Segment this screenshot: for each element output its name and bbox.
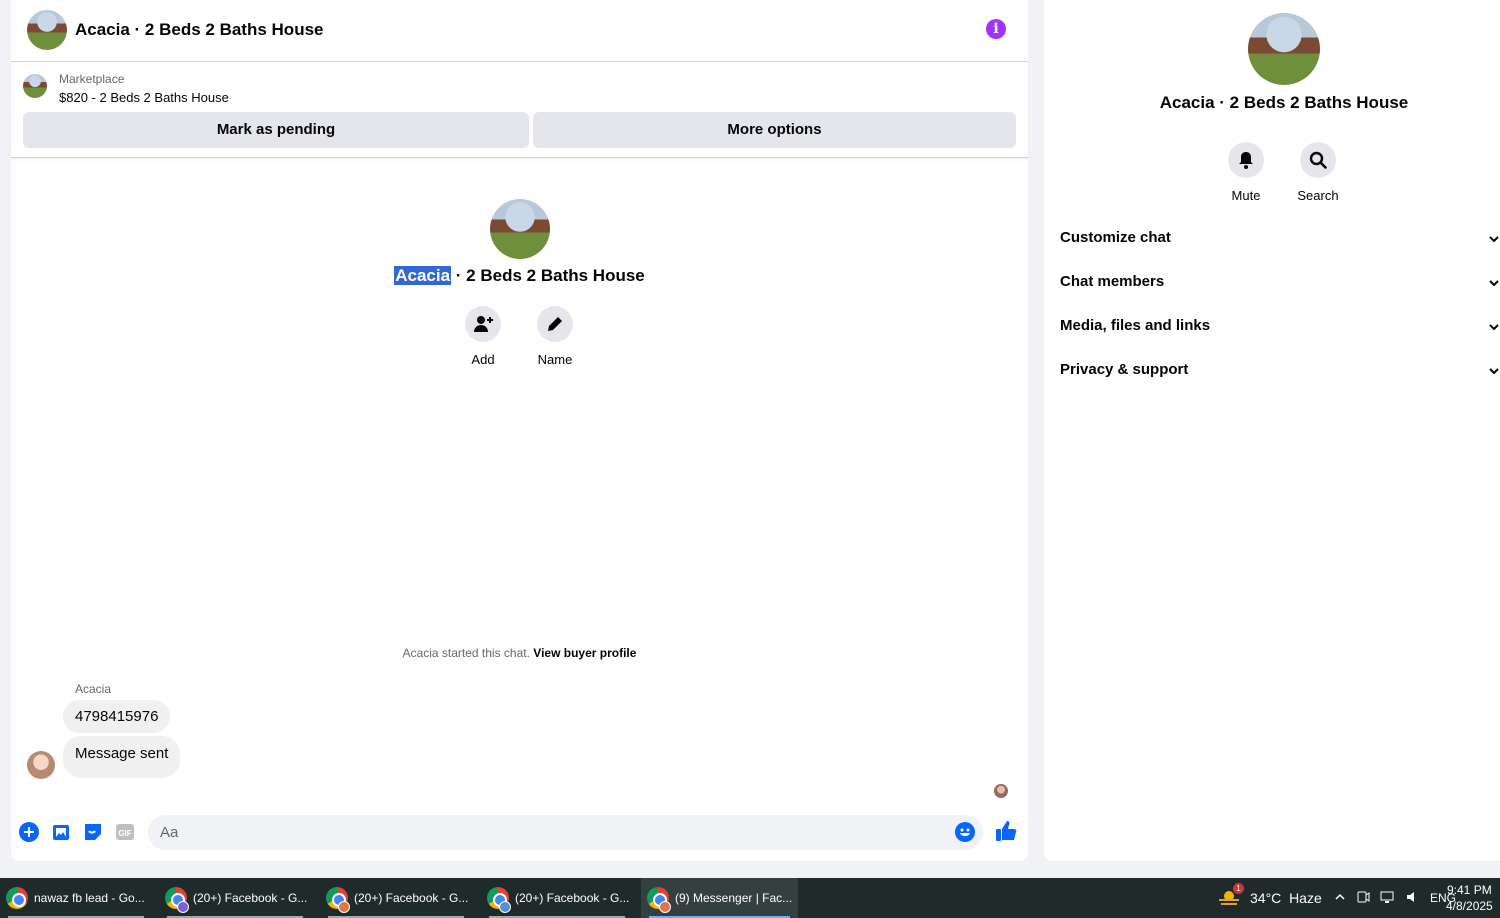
message-input[interactable]: Aa (148, 815, 983, 850)
chat-panel: Acacia · 2 Beds 2 Baths House i Marketpl… (11, 0, 1028, 861)
info-title: Acacia · 2 Beds 2 Baths House (1159, 93, 1409, 112)
chevron-down-icon (1488, 364, 1500, 381)
haze-weather-icon: 1 (1218, 883, 1244, 907)
chevron-down-icon (1488, 232, 1500, 249)
search-in-conversation-button[interactable]: Search (1283, 142, 1353, 203)
clock-time: 9:41 PM (1447, 883, 1492, 897)
intro-avatar (490, 199, 550, 259)
taskbar-item-active[interactable]: (9) Messenger | Fac... (641, 878, 798, 918)
taskbar-item-label: (20+) Facebook - G... (354, 891, 469, 905)
listing-price-title[interactable]: $820 - 2 Beds 2 Baths House (59, 90, 229, 105)
info-avatar (1248, 13, 1320, 85)
chevron-up-icon[interactable] (1334, 891, 1346, 906)
chevron-down-icon (1488, 276, 1500, 293)
sender-name: Acacia (75, 682, 112, 696)
section-label: Media, files and links (1060, 317, 1211, 334)
profile-badge-icon (499, 901, 511, 913)
listing-category: Marketplace (59, 72, 125, 86)
chat-avatar[interactable] (27, 10, 67, 50)
clock-date: 4/8/2025 (1446, 899, 1493, 913)
intro-name-highlight: Acacia (394, 266, 452, 285)
network-icon[interactable] (1380, 890, 1396, 907)
taskbar-item[interactable]: (20+) Facebook - G... (159, 878, 311, 918)
conversation-info-panel: Acacia · 2 Beds 2 Baths House Mute Searc… (1044, 0, 1500, 861)
weather-condition: Haze (1289, 890, 1322, 906)
marketplace-listing-bar: Marketplace $820 - 2 Beds 2 Baths House … (11, 62, 1028, 158)
search-label: Search (1297, 188, 1339, 203)
taskbar-item-label: (20+) Facebook - G... (515, 891, 630, 905)
add-label: Add (471, 352, 495, 367)
section-label: Chat members (1060, 273, 1165, 290)
pencil-icon (537, 306, 573, 342)
add-person-icon (465, 306, 501, 342)
weather-alert-badge: 1 (1233, 883, 1244, 894)
svg-text:GIF: GIF (118, 829, 131, 838)
profile-badge-icon (659, 901, 671, 913)
taskbar-item[interactable]: (20+) Facebook - G... (320, 878, 472, 918)
taskbar-item-label: (9) Messenger | Fac... (675, 891, 793, 905)
system-tray: ENG (1334, 878, 1456, 918)
thumbs-up-icon[interactable] (995, 820, 1017, 842)
sticker-icon[interactable] (83, 822, 103, 842)
volume-icon[interactable] (1406, 890, 1420, 907)
section-privacy-support[interactable]: Privacy & support (1060, 361, 1500, 381)
listing-thumbnail[interactable] (23, 74, 47, 98)
mark-as-pending-button[interactable]: Mark as pending (23, 112, 529, 148)
system-clock[interactable]: 9:41 PM 4/8/2025 (1446, 882, 1493, 914)
name-chat-button[interactable]: Name (525, 306, 585, 367)
name-label: Name (537, 352, 573, 367)
info-icon[interactable]: i (986, 19, 1006, 39)
message-bubble[interactable]: 4798415976 (63, 700, 171, 733)
search-icon (1300, 142, 1336, 178)
plus-icon[interactable] (19, 822, 39, 842)
section-media-files-links[interactable]: Media, files and links (1060, 317, 1500, 337)
profile-badge-icon (177, 901, 189, 913)
message-bubble[interactable]: Message sent (63, 736, 181, 778)
meet-now-icon[interactable] (1356, 890, 1370, 907)
taskbar-item[interactable]: (20+) Facebook - G... (481, 878, 633, 918)
bell-icon (1228, 142, 1264, 178)
mute-label: Mute (1231, 188, 1261, 203)
windows-taskbar: nawaz fb lead - Go... (20+) Facebook - G… (0, 878, 1500, 918)
chevron-down-icon (1488, 320, 1500, 337)
taskbar-item-label: nawaz fb lead - Go... (34, 891, 145, 905)
emoji-icon[interactable] (955, 822, 975, 842)
photo-icon[interactable] (51, 822, 71, 842)
section-label: Customize chat (1060, 229, 1171, 246)
mute-button[interactable]: Mute (1211, 142, 1281, 203)
gif-icon[interactable]: GIF (115, 822, 135, 842)
sender-avatar[interactable] (27, 751, 55, 779)
intro-name-rest: · 2 Beds 2 Baths House (451, 266, 645, 285)
section-chat-members[interactable]: Chat members (1060, 273, 1500, 293)
profile-badge-icon (338, 901, 350, 913)
add-people-button[interactable]: Add (453, 306, 513, 367)
view-buyer-profile-link[interactable]: View buyer profile (533, 646, 636, 660)
chat-header: Acacia · 2 Beds 2 Baths House i (11, 0, 1028, 62)
taskbar-item-label: (20+) Facebook - G... (193, 891, 308, 905)
weather-temp: 34°C (1250, 890, 1282, 906)
taskbar-item[interactable]: nawaz fb lead - Go... (0, 878, 152, 918)
more-options-button[interactable]: More options (533, 112, 1016, 148)
chrome-icon (6, 887, 28, 909)
chat-title[interactable]: Acacia · 2 Beds 2 Baths House (75, 20, 323, 40)
read-receipt-avatar (994, 784, 1008, 798)
chat-started-notice: Acacia started this chat. View buyer pro… (11, 646, 1028, 660)
chat-started-text: Acacia started this chat. (402, 646, 530, 660)
intro-title: Acacia · 2 Beds 2 Baths House (11, 266, 1028, 286)
weather-widget[interactable]: 1 34°C Haze (1218, 878, 1322, 918)
section-customize-chat[interactable]: Customize chat (1060, 229, 1500, 249)
section-label: Privacy & support (1060, 361, 1189, 378)
